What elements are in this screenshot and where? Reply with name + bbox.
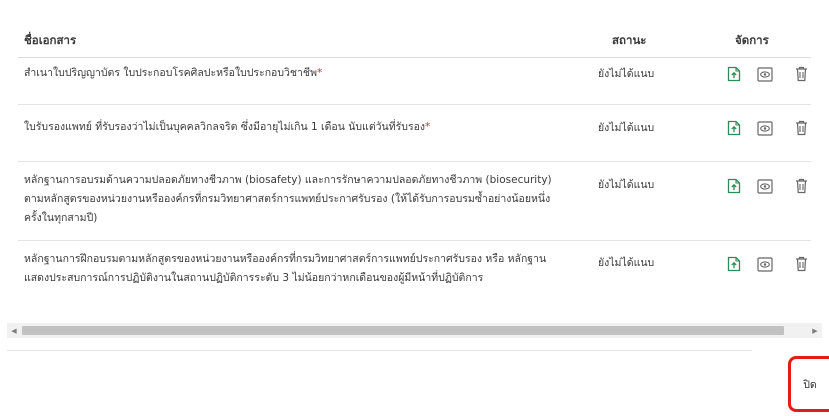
header-status: สถานะ [612, 33, 647, 47]
required-marker: * [425, 121, 431, 133]
document-status: ยังไม่ได้แนบ [598, 257, 655, 269]
trash-icon [795, 256, 807, 272]
document-name: สำเนาใบปริญญาบัตร ใบประกอบโรคศิลปะหรือใบ… [24, 67, 323, 79]
view-button[interactable] [756, 119, 774, 137]
horizontal-scrollbar[interactable]: ◀ ▶ [7, 323, 822, 338]
document-status: ยังไม่ได้แนบ [598, 122, 655, 134]
document-name: หลักฐานการฝึกอบรมตามหลักสูตรของหน่วยงานห… [24, 253, 547, 284]
upload-button[interactable] [725, 119, 743, 137]
view-button[interactable] [756, 255, 774, 273]
eye-icon [757, 120, 773, 136]
row-divider [18, 240, 811, 241]
row-divider [18, 104, 811, 105]
upload-file-icon [727, 66, 741, 82]
trash-icon [795, 66, 807, 82]
header-document-name: ชื่อเอกสาร [24, 33, 77, 47]
trash-icon [795, 178, 807, 194]
eye-icon [757, 178, 773, 194]
document-name: ใบรับรองแพทย์ ที่รับรองว่าไม่เป็นบุคคลวิ… [24, 121, 431, 133]
document-status: ยังไม่ได้แนบ [598, 68, 655, 80]
eye-icon [757, 256, 773, 272]
upload-file-icon [727, 178, 741, 194]
eye-icon [757, 66, 773, 82]
delete-button[interactable] [792, 177, 810, 195]
upload-file-icon [727, 256, 741, 272]
upload-button[interactable] [725, 177, 743, 195]
scroll-right-arrow[interactable]: ▶ [808, 323, 822, 338]
header-divider [18, 57, 811, 58]
header-actions: จัดการ [735, 33, 769, 47]
delete-button[interactable] [792, 255, 810, 273]
delete-button[interactable] [792, 119, 810, 137]
footer-divider [7, 350, 752, 351]
upload-button[interactable] [725, 255, 743, 273]
document-status: ยังไม่ได้แนบ [598, 179, 655, 191]
upload-file-icon [727, 120, 741, 136]
scrollbar-thumb[interactable] [22, 326, 784, 335]
row-divider [18, 161, 811, 162]
document-name: หลักฐานการอบรมด้านความปลอดภัยทางชีวภาพ (… [24, 174, 552, 224]
trash-icon [795, 120, 807, 136]
required-marker: * [317, 67, 323, 79]
close-button[interactable]: ปิด [788, 356, 829, 412]
close-button-label: ปิด [803, 378, 817, 391]
view-button[interactable] [756, 177, 774, 195]
view-button[interactable] [756, 65, 774, 83]
delete-button[interactable] [792, 65, 810, 83]
upload-button[interactable] [725, 65, 743, 83]
scroll-left-arrow[interactable]: ◀ [7, 323, 21, 338]
